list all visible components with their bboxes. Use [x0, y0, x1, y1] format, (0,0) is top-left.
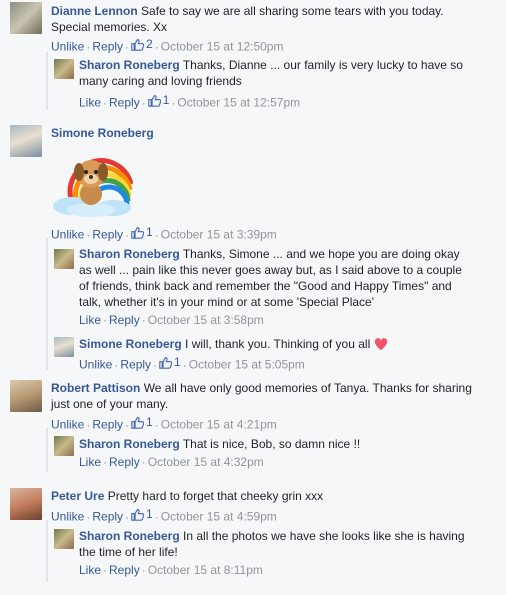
- comment-actions: Like · Reply · October 15 at 8:11pm: [79, 563, 263, 577]
- comment-timestamp[interactable]: October 15 at 3:39pm: [161, 228, 277, 242]
- thumbs-up-icon: [147, 94, 161, 107]
- comment-timestamp[interactable]: October 15 at 12:57pm: [177, 96, 300, 110]
- avatar[interactable]: [10, 488, 42, 520]
- like-count[interactable]: 2: [131, 36, 153, 52]
- comment-text: In all the photos we have she looks like…: [183, 529, 465, 543]
- comment-author[interactable]: Simone Roneberg: [79, 337, 182, 351]
- comment-text: Safe to say we are all sharing some tear…: [141, 4, 444, 18]
- reply-link[interactable]: Reply: [109, 455, 140, 469]
- thumbs-up-icon: [131, 226, 145, 239]
- reply-body: Simone Roneberg I will, thank you. Think…: [79, 336, 499, 352]
- avatar[interactable]: [10, 380, 42, 412]
- comment-text: Thanks, Simone ... and we hope you are d…: [182, 247, 460, 261]
- comment-text: many caring and loving friends: [79, 74, 242, 88]
- comment-text: Thanks, Dianne ... our family is very lu…: [182, 58, 463, 72]
- comment-timestamp[interactable]: October 15 at 4:21pm: [161, 418, 277, 432]
- heart-icon: [374, 338, 387, 351]
- unlike-link[interactable]: Unlike: [51, 510, 84, 524]
- unlike-link[interactable]: Unlike: [79, 358, 112, 372]
- unlike-link[interactable]: Unlike: [51, 228, 84, 242]
- like-link[interactable]: Like: [79, 313, 101, 327]
- comment-actions: Unlike · Reply · 1 · October 15 at 4:21pm: [51, 414, 277, 432]
- reply-body: Sharon Roneberg That is nice, Bob, so da…: [79, 436, 499, 452]
- comment-body: Simone Roneberg: [51, 125, 154, 141]
- comment-author[interactable]: Robert Pattison: [51, 381, 140, 395]
- comment-actions: Like · Reply · October 15 at 4:32pm: [79, 455, 264, 469]
- rainbow-dog-sticker: [53, 158, 133, 217]
- avatar[interactable]: [10, 125, 42, 157]
- thumbs-up-icon: [131, 508, 145, 521]
- avatar[interactable]: [54, 436, 74, 456]
- comment-timestamp[interactable]: October 15 at 12:50pm: [161, 40, 284, 54]
- comment-text: I will, thank you. Thinking of you all: [185, 337, 371, 351]
- comment-author[interactable]: Simone Roneberg: [51, 126, 154, 140]
- like-link[interactable]: Like: [79, 455, 101, 469]
- comment-timestamp[interactable]: October 15 at 5:05pm: [189, 358, 305, 372]
- reply-link[interactable]: Reply: [109, 96, 140, 110]
- reply-link[interactable]: Reply: [92, 40, 123, 54]
- comment-author[interactable]: Dianne Lennon: [51, 4, 138, 18]
- like-count[interactable]: 1: [131, 224, 153, 240]
- comment-text: just one of your many.: [51, 397, 169, 411]
- comment-author[interactable]: Peter Ure: [51, 489, 104, 503]
- comment-author[interactable]: Sharon Roneberg: [79, 437, 180, 451]
- comment-body: Robert Pattison We all have only good me…: [51, 380, 491, 412]
- like-count[interactable]: 1: [147, 92, 169, 108]
- comment-text: as well ... pain like this never goes aw…: [79, 263, 462, 277]
- comment-timestamp[interactable]: October 15 at 3:58pm: [148, 313, 264, 327]
- reply-body: Sharon Roneberg Thanks, Simone ... and w…: [79, 246, 499, 310]
- reply-link[interactable]: Reply: [92, 510, 123, 524]
- comment-body: Peter Ure Pretty hard to forget that che…: [51, 488, 491, 504]
- comment-text: That is nice, Bob, so damn nice !!: [182, 437, 361, 451]
- thumbs-up-icon: [131, 416, 145, 429]
- like-count[interactable]: 1: [131, 414, 153, 430]
- like-link[interactable]: Like: [79, 563, 101, 577]
- comment-text: talk, whether it's in your mind or at so…: [79, 295, 375, 309]
- comment-text: the time of her life!: [79, 545, 178, 559]
- like-count[interactable]: 1: [159, 354, 181, 370]
- avatar[interactable]: [54, 529, 74, 549]
- reply-link[interactable]: Reply: [120, 358, 151, 372]
- comment-text: We all have only good memories of Tanya.…: [143, 381, 472, 395]
- comment-actions: Unlike · Reply · 1 · October 15 at 4:59pm: [51, 506, 277, 524]
- like-count[interactable]: 1: [131, 506, 153, 522]
- reply-thread-line: [46, 238, 48, 370]
- unlike-link[interactable]: Unlike: [51, 40, 84, 54]
- comment-text: Pretty hard to forget that cheeky grin x…: [107, 489, 324, 503]
- comment-author[interactable]: Sharon Roneberg: [79, 529, 180, 543]
- comment-author[interactable]: Sharon Roneberg: [79, 58, 180, 72]
- comment-timestamp[interactable]: October 15 at 4:59pm: [161, 510, 277, 524]
- comment-text: of friends, think back and remember the …: [79, 279, 452, 293]
- thumbs-up-icon: [159, 356, 173, 369]
- comment-actions: Unlike · Reply · 1 · October 15 at 5:05pm: [79, 354, 305, 372]
- avatar[interactable]: [10, 2, 42, 34]
- comment-body: Dianne Lennon Safe to say we are all sha…: [51, 3, 491, 35]
- comment-actions: Unlike · Reply · 2 · October 15 at 12:50pm: [51, 36, 284, 54]
- unlike-link[interactable]: Unlike: [51, 418, 84, 432]
- avatar[interactable]: [54, 59, 74, 79]
- reply-thread-line: [46, 52, 48, 110]
- reply-body: Sharon Roneberg Thanks, Dianne ... our f…: [79, 57, 499, 89]
- reply-link[interactable]: Reply: [109, 563, 140, 577]
- thumbs-up-icon: [131, 38, 145, 51]
- reply-body: Sharon Roneberg In all the photos we hav…: [79, 528, 499, 560]
- comment-actions: Unlike · Reply · 1 · October 15 at 3:39pm: [51, 224, 277, 242]
- like-link[interactable]: Like: [79, 96, 101, 110]
- reply-thread-line: [46, 428, 48, 472]
- avatar[interactable]: [54, 337, 74, 357]
- reply-link[interactable]: Reply: [92, 228, 123, 242]
- comment-timestamp[interactable]: October 15 at 8:11pm: [148, 563, 263, 577]
- reply-link[interactable]: Reply: [92, 418, 123, 432]
- comment-text: Special memories. Xx: [51, 20, 168, 34]
- comment-author[interactable]: Sharon Roneberg: [79, 247, 180, 261]
- reply-thread-line: [46, 520, 48, 582]
- reply-link[interactable]: Reply: [109, 313, 140, 327]
- avatar[interactable]: [54, 249, 74, 269]
- comment-actions: Like · Reply · 1 · October 15 at 12:57pm: [79, 92, 301, 110]
- comment-timestamp[interactable]: October 15 at 4:32pm: [148, 455, 264, 469]
- comment-actions: Like · Reply · October 15 at 3:58pm: [79, 313, 264, 327]
